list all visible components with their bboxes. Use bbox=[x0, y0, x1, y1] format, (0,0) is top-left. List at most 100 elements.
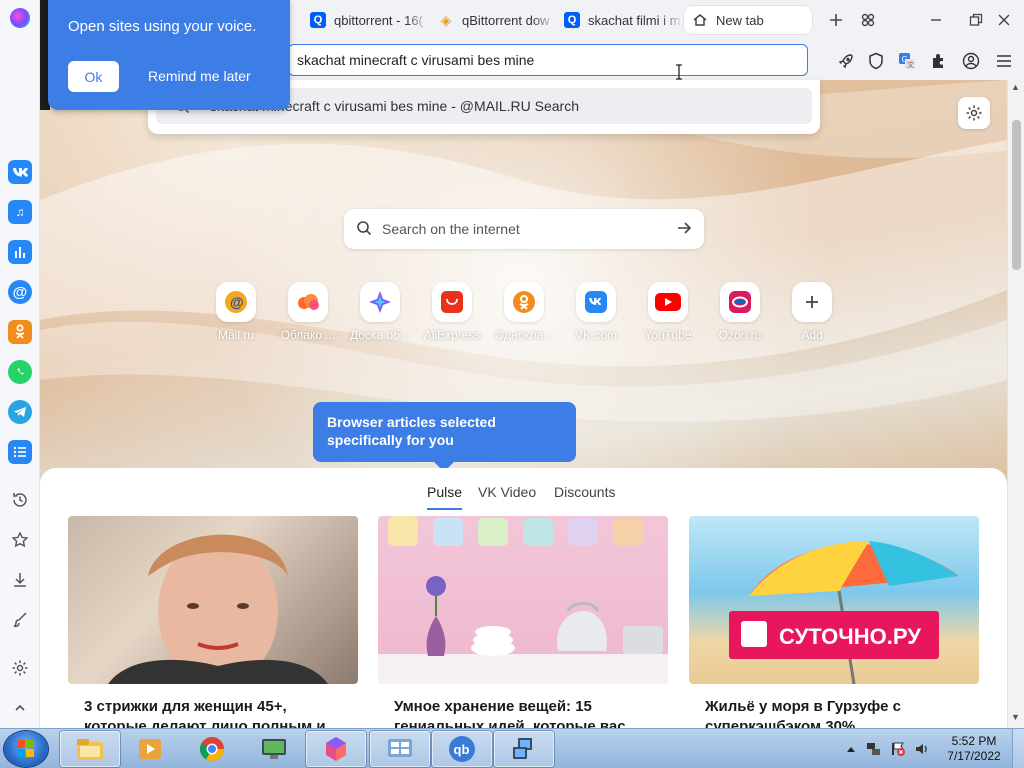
shortcut-mail-ru[interactable]: @ Mail.ru bbox=[200, 282, 272, 342]
page-scrollbar[interactable]: ▲ ▼ bbox=[1007, 80, 1024, 728]
shortcut-label: Облако ... bbox=[280, 328, 336, 342]
shortcut-label: AliExpress bbox=[423, 328, 481, 342]
shield-icon[interactable] bbox=[865, 50, 887, 72]
shortcut-aliexpress[interactable]: AliExpress bbox=[416, 282, 488, 342]
feed-tab-label: Pulse bbox=[427, 484, 463, 500]
list-icon[interactable] bbox=[8, 440, 32, 464]
voice-ok-button[interactable]: Ok bbox=[68, 61, 119, 92]
odnoklassniki-icon[interactable] bbox=[8, 320, 32, 344]
taskbar-browser-icon[interactable] bbox=[306, 731, 366, 767]
history-icon[interactable] bbox=[9, 489, 31, 511]
shortcut-oblako[interactable]: Облако ... bbox=[272, 282, 344, 342]
menu-hamburger-icon[interactable] bbox=[993, 50, 1015, 72]
shortcut-label: Одноклa... bbox=[494, 328, 554, 342]
tray-flag-icon[interactable] bbox=[890, 729, 906, 768]
mail-ru-search-icon: Q bbox=[564, 12, 580, 28]
windows-taskbar: qb 5:52 PM 7/17/2022 bbox=[0, 728, 1024, 768]
home-icon bbox=[692, 12, 708, 28]
tab-new-tab[interactable]: New tab bbox=[684, 6, 812, 34]
voice-popup: Open sites using your voice. Ok Remind m… bbox=[48, 0, 290, 110]
svg-text:文: 文 bbox=[907, 60, 914, 69]
feed-tab-vk-video[interactable]: VK Video bbox=[478, 484, 536, 500]
voice-popup-message: Open sites using your voice. bbox=[68, 18, 257, 35]
shortcut-doska[interactable]: Доска об... bbox=[344, 282, 416, 342]
tab-label: New tab bbox=[716, 12, 764, 28]
settings-gear-icon[interactable] bbox=[9, 657, 31, 679]
scroll-up-arrow-icon[interactable]: ▲ bbox=[1011, 82, 1020, 92]
tab-qbittorrent-download[interactable]: ◈ qBittorrent dow bbox=[430, 6, 556, 34]
extensions-puzzle-icon[interactable] bbox=[928, 50, 950, 72]
tab-qbittorrent-search[interactable]: Q qbittorrent - 16( bbox=[302, 6, 430, 34]
web-search-box[interactable]: Search on the internet bbox=[344, 209, 704, 249]
search-icon bbox=[356, 220, 372, 239]
taskbar-control-panel-icon[interactable] bbox=[370, 731, 430, 767]
shortcut-label: VK.com bbox=[574, 328, 617, 342]
article-title: 3 стрижки для женщин 45+, которые делают… bbox=[84, 698, 326, 728]
tray-network-icon[interactable] bbox=[866, 729, 882, 768]
feed-tab-pulse[interactable]: Pulse bbox=[427, 484, 463, 510]
downloads-icon[interactable] bbox=[9, 569, 31, 591]
show-desktop-button[interactable] bbox=[1012, 729, 1024, 768]
address-bar-input[interactable] bbox=[288, 44, 808, 76]
mail-ru-search-icon: Q bbox=[310, 12, 326, 28]
article-image bbox=[68, 516, 358, 684]
music-icon[interactable]: ♫ bbox=[8, 200, 32, 224]
odnoklassniki-icon bbox=[504, 282, 544, 322]
scroll-down-arrow-icon[interactable]: ▼ bbox=[1011, 712, 1020, 722]
mail-ru-icon: @ bbox=[216, 282, 256, 322]
search-placeholder: Search on the internet bbox=[382, 221, 520, 237]
shortcut-add[interactable]: Add bbox=[776, 282, 848, 342]
article-title: Умное хранение вещей: 15 гениальных идей… bbox=[394, 698, 626, 728]
vk-icon[interactable] bbox=[8, 160, 32, 184]
article-image bbox=[378, 516, 668, 684]
shortcut-odnoklassniki[interactable]: Одноклa... bbox=[488, 282, 560, 342]
windows-start-button[interactable] bbox=[4, 731, 48, 767]
articles-tooltip: Browser articles selected specifically f… bbox=[313, 402, 576, 472]
taskbar-network-app-icon[interactable] bbox=[494, 731, 554, 767]
article-image: СУТОЧНО.РУ bbox=[689, 516, 979, 684]
taskbar-clock[interactable]: 5:52 PM 7/17/2022 bbox=[940, 734, 1008, 764]
taskbar-qbittorrent-icon[interactable]: qb bbox=[432, 731, 492, 767]
shortcut-ozon[interactable]: Ozon.ru bbox=[704, 282, 776, 342]
new-tab-plus-icon[interactable] bbox=[822, 8, 850, 32]
taskbar-file-explorer-icon[interactable] bbox=[60, 731, 120, 767]
brush-icon[interactable] bbox=[9, 609, 31, 631]
profile-avatar-icon[interactable] bbox=[960, 50, 982, 72]
page-settings-gear-icon[interactable] bbox=[958, 97, 990, 129]
collapse-chevron-up-icon[interactable] bbox=[9, 697, 31, 719]
clock-time: 5:52 PM bbox=[951, 734, 997, 748]
voice-remind-later-button[interactable]: Remind me later bbox=[148, 68, 251, 84]
tab-groups-icon[interactable] bbox=[854, 8, 882, 32]
whatsapp-icon[interactable] bbox=[8, 360, 32, 384]
shortcut-label: Add bbox=[801, 328, 823, 342]
article-card[interactable]: 3 стрижки для женщин 45+, которые делают… bbox=[68, 516, 358, 728]
translate-icon[interactable]: G文 bbox=[896, 50, 918, 72]
taskbar-media-player-icon[interactable] bbox=[120, 731, 180, 767]
taskbar-chrome-icon[interactable] bbox=[182, 731, 242, 767]
tab-skachat-filmi[interactable]: Q skachat filmi i m bbox=[556, 6, 684, 34]
minimize-icon[interactable] bbox=[922, 8, 950, 32]
tray-volume-icon[interactable] bbox=[914, 729, 930, 768]
article-card[interactable]: СУТОЧНО.РУ Жильё у моря в Гурзуфе с супе… bbox=[689, 516, 979, 728]
shortcut-youtube[interactable]: YouTube bbox=[632, 282, 704, 342]
sparkle-icon bbox=[360, 282, 400, 322]
taskbar-system-monitor-icon[interactable] bbox=[244, 731, 304, 767]
search-submit-arrow-icon[interactable] bbox=[676, 220, 692, 239]
close-window-icon[interactable] bbox=[990, 8, 1018, 32]
svg-text:qb: qb bbox=[454, 742, 470, 757]
tray-show-hidden-icon[interactable] bbox=[846, 729, 856, 768]
article-card[interactable]: Умное хранение вещей: 15 гениальных идей… bbox=[378, 516, 668, 728]
svg-text:@: @ bbox=[230, 294, 244, 310]
shortcut-label: YouTube bbox=[644, 328, 692, 342]
scrollbar-thumb[interactable] bbox=[1012, 120, 1021, 270]
rocket-icon[interactable] bbox=[835, 50, 857, 72]
telegram-icon[interactable] bbox=[8, 400, 32, 424]
browser-logo-icon[interactable] bbox=[10, 8, 30, 28]
feed-tab-discounts[interactable]: Discounts bbox=[554, 484, 615, 500]
bar-chart-icon[interactable] bbox=[8, 240, 32, 264]
bookmarks-star-icon[interactable] bbox=[9, 529, 31, 551]
shortcut-vk[interactable]: VK.com bbox=[560, 282, 632, 342]
at-sign-icon[interactable]: @ bbox=[8, 280, 32, 304]
text-cursor-icon bbox=[675, 64, 683, 80]
restore-icon[interactable] bbox=[962, 8, 990, 32]
